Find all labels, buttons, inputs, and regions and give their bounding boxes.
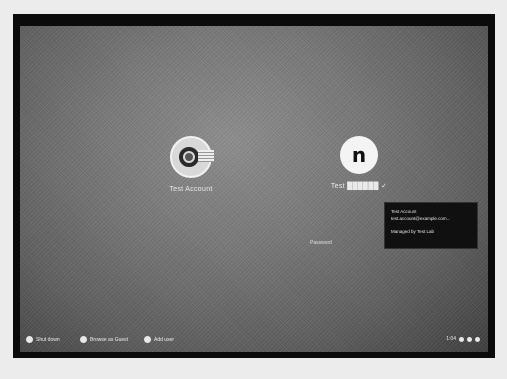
screen-texture xyxy=(20,26,488,352)
tooltip-managed: Managed by Test Lab xyxy=(391,229,434,234)
shut-down-label: Shut down xyxy=(36,336,60,343)
tray-time: 1:04 xyxy=(446,336,456,342)
tooltip-email: test.account@example.com... xyxy=(391,216,451,221)
tooltip-name: Test Account xyxy=(391,209,417,214)
browse-as-guest-label: Browse as Guest xyxy=(90,336,129,343)
settings-icon xyxy=(475,336,480,342)
user-2-name[interactable]: Test ██████ ✓ xyxy=(304,182,414,190)
user-pod-2[interactable]: n Test ██████ ✓ xyxy=(304,136,414,190)
lens-stripes xyxy=(198,150,214,162)
password-input[interactable]: Password xyxy=(310,240,332,246)
user-pod-1[interactable]: Test Account xyxy=(136,136,246,193)
browse-as-guest-button[interactable]: Browse as Guest xyxy=(80,336,128,343)
camera-lens-icon[interactable] xyxy=(170,136,214,178)
guest-icon xyxy=(80,336,87,343)
network-icon xyxy=(459,336,464,342)
login-screen: Test Account n Test ██████ ✓ Password Te… xyxy=(20,26,488,352)
add-user-icon xyxy=(144,336,151,343)
user-tooltip: Test Account test.account@example.com...… xyxy=(384,202,478,249)
shelf: Shut down Browse as Guest Add user 1:04 xyxy=(20,330,488,352)
photo-frame: Test Account n Test ██████ ✓ Password Te… xyxy=(0,0,507,379)
add-user-button[interactable]: Add user xyxy=(144,336,174,343)
lens-center xyxy=(185,153,193,161)
status-tray[interactable]: 1:04 xyxy=(446,336,480,342)
avatar-glyph: n xyxy=(351,143,367,167)
power-icon xyxy=(26,336,33,343)
add-user-label: Add user xyxy=(154,336,175,343)
shut-down-button[interactable]: Shut down xyxy=(26,336,60,343)
profile-glyph-icon[interactable]: n xyxy=(340,136,378,174)
user-1-name[interactable]: Test Account xyxy=(136,186,246,193)
battery-icon xyxy=(467,336,472,342)
